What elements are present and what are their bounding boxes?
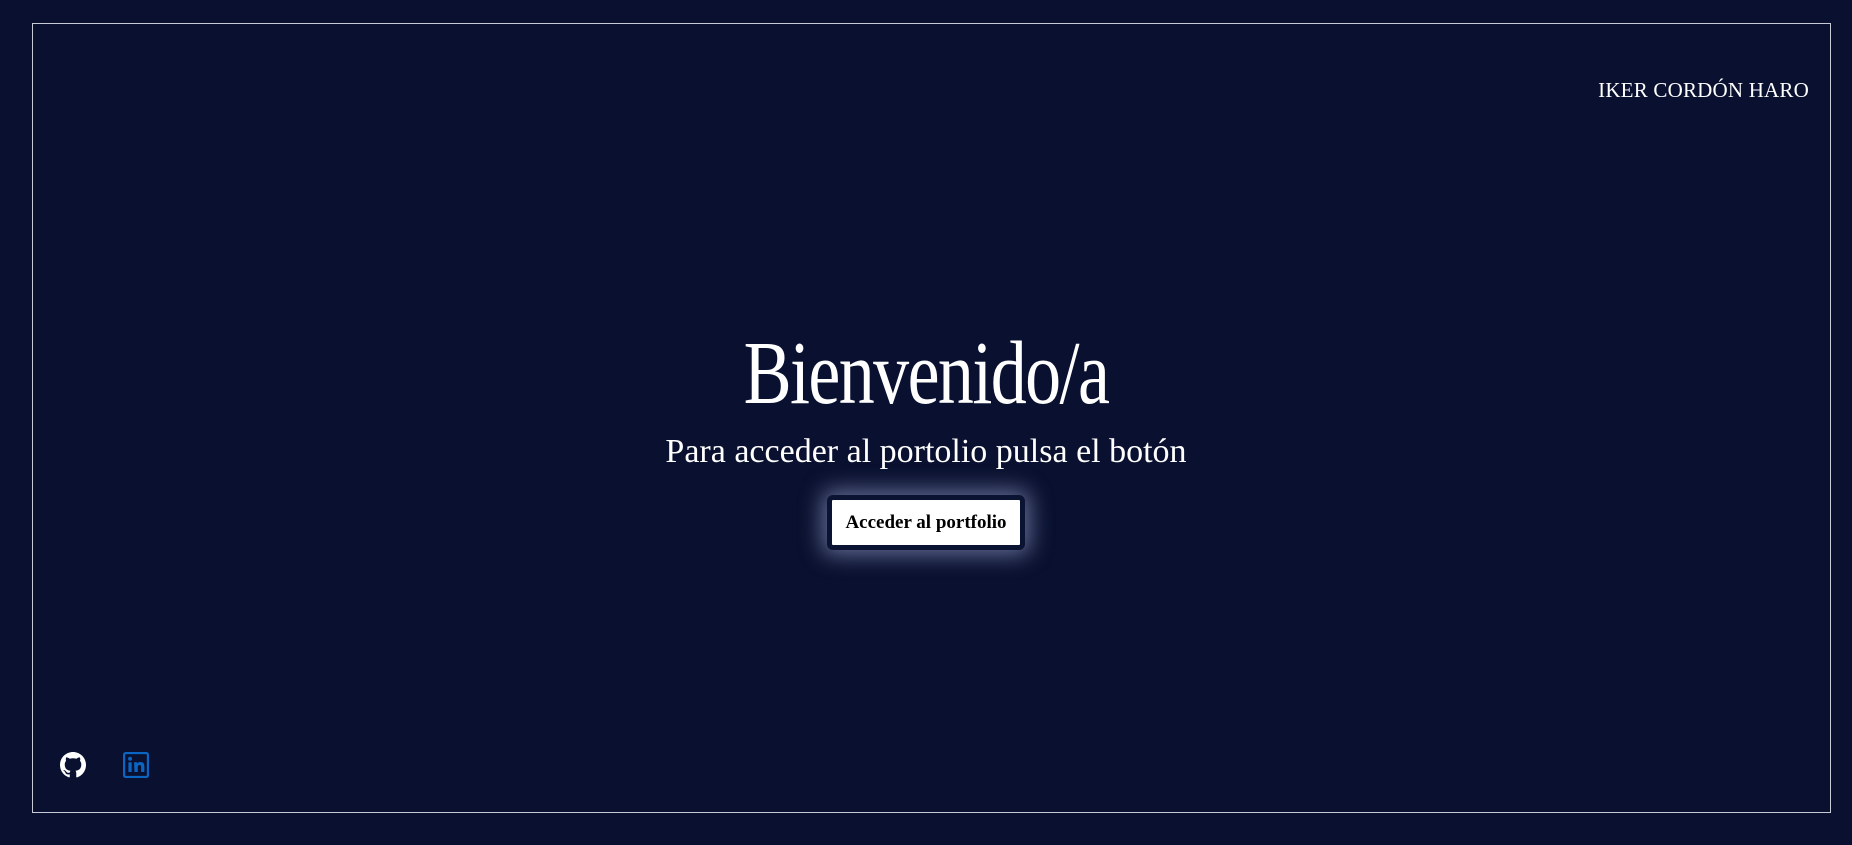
hero-subtitle: Para acceder al portolio pulsa el botón — [665, 433, 1187, 470]
social-links — [60, 752, 149, 778]
linkedin-link[interactable] — [123, 752, 149, 778]
access-portfolio-button[interactable]: Acceder al portfolio — [827, 495, 1025, 550]
author-name: IKER CORDÓN HARO — [1598, 78, 1809, 102]
hero-title: Bienvenido/a — [743, 324, 1110, 423]
github-icon — [60, 752, 86, 778]
github-link[interactable] — [60, 752, 86, 778]
hero-section: Bienvenido/a Para acceder al portolio pu… — [0, 320, 1852, 550]
linkedin-icon — [123, 752, 149, 778]
